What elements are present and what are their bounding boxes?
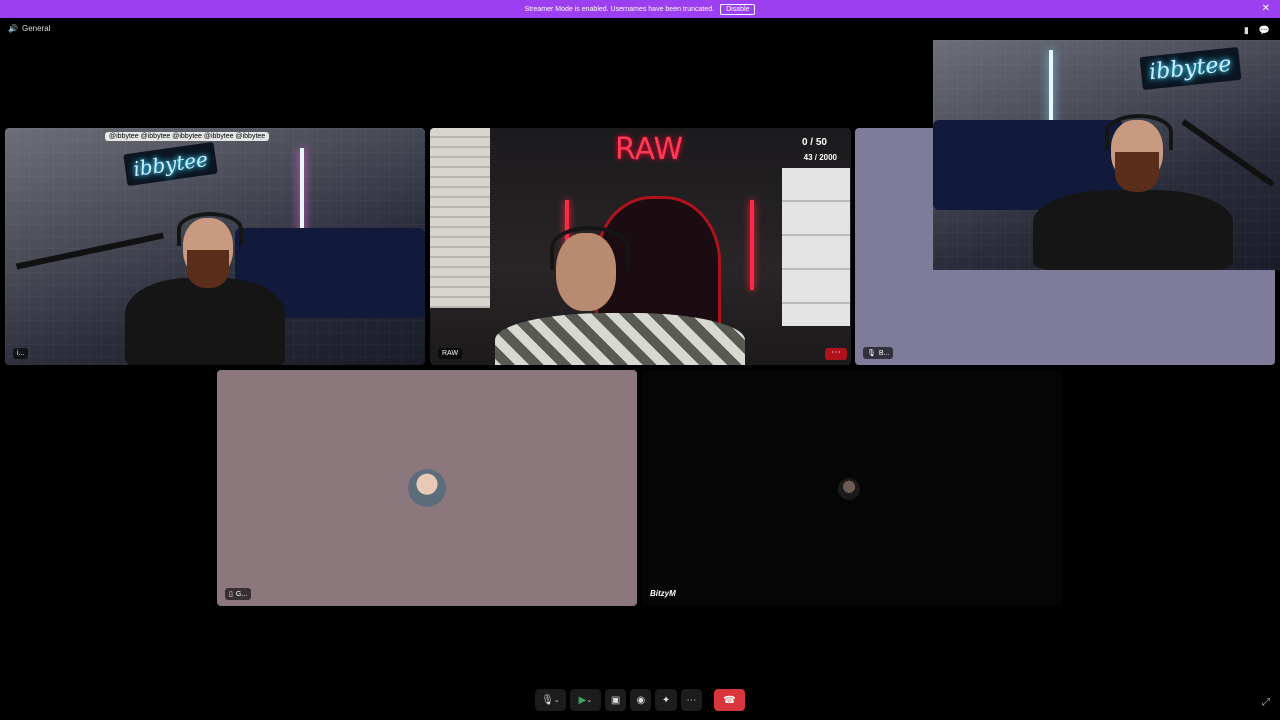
disable-streamer-mode-button[interactable]: Disable — [720, 3, 756, 15]
neon-sign: RAW — [615, 132, 684, 167]
person — [495, 313, 745, 365]
shelf — [782, 168, 850, 326]
neon-sign: ibbytee — [1139, 46, 1241, 91]
close-icon[interactable]: ✕ — [1262, 3, 1270, 15]
video-tile-2[interactable]: RAW 0 / 50 43 / 2000 RAW ⋯ — [430, 128, 851, 365]
microphone-icon: 🎙 — [541, 694, 554, 706]
streamer-mode-banner: Streamer Mode is enabled. Usernames have… — [0, 0, 1280, 18]
headphones — [177, 212, 243, 246]
tile-label: 🎙 B... — [863, 347, 894, 359]
counter-bottom: 43 / 2000 — [803, 153, 837, 162]
gamepad-icon: ◉ — [636, 694, 646, 706]
tile-label: RAW — [438, 348, 463, 359]
counter-top: 0 / 50 — [801, 137, 827, 148]
fullscreen-icon[interactable]: ⤢ — [1262, 697, 1270, 708]
banner-text: Streamer Mode is enabled. Usernames have… — [524, 5, 715, 13]
person-beard — [187, 250, 229, 288]
led-strip-right — [750, 200, 754, 290]
tile-label: i... — [13, 348, 29, 359]
call-control-bar: 🎙 ⌄ ▶ ⌄ ▣ ◉ ✦ ⋯ ☎ — [535, 688, 745, 712]
chat-icon[interactable]: 💬 — [1259, 25, 1270, 36]
neon-sign: ibbytee — [123, 141, 218, 187]
headphones — [1105, 114, 1173, 150]
video-tile-6[interactable]: BitzyM — [642, 370, 1062, 606]
screen-share-icon: ▣ — [610, 694, 621, 706]
led-strip — [300, 148, 304, 238]
user-avatar — [838, 478, 860, 500]
channel-header: 🔊 General — [8, 24, 50, 33]
person — [1033, 190, 1233, 270]
channel-name: General — [21, 24, 51, 33]
hang-up-button[interactable]: ☎ — [714, 689, 745, 711]
microphone-toggle[interactable]: 🎙 ⌄ — [535, 689, 566, 711]
screen-share-button[interactable]: ▣ — [604, 689, 627, 711]
video-tile-1[interactable]: @ibbytee @ibbytee @ibbytee @ibbytee @ibb… — [5, 128, 425, 365]
microphone-arm — [1181, 118, 1275, 188]
user-avatar — [408, 469, 446, 507]
person-beard — [1115, 152, 1159, 192]
speaker-icon: 🔊 — [8, 24, 18, 33]
person — [125, 278, 285, 365]
video-tile-5[interactable]: ▯ G... — [217, 370, 637, 606]
top-right-actions: ▮ 💬 — [1244, 25, 1270, 36]
microphone-arm — [16, 232, 164, 270]
window-blinds — [430, 128, 490, 308]
headphones — [550, 226, 630, 270]
camera-icon: ▶ — [578, 694, 587, 706]
floating-video-tile[interactable]: ibbytee — [933, 40, 1280, 270]
more-icon[interactable]: ⋯ — [825, 348, 847, 360]
muted-mic-icon: 🎙 — [867, 350, 876, 357]
tile-label: ▯ G... — [225, 588, 252, 600]
soundboard-button[interactable]: ✦ — [655, 689, 677, 711]
bookmark-icon[interactable]: ▮ — [1244, 25, 1249, 36]
more-options-button[interactable]: ⋯ — [680, 689, 703, 711]
mobile-icon: ▯ — [229, 591, 233, 598]
tile-label: BitzyM — [650, 589, 676, 598]
hang-up-icon: ☎ — [723, 694, 736, 706]
soundboard-icon: ✦ — [661, 694, 671, 706]
activity-button[interactable]: ◉ — [630, 689, 652, 711]
overlay-text: @ibbytee @ibbytee @ibbytee @ibbytee @ibb… — [105, 132, 270, 141]
more-icon: ⋯ — [686, 694, 697, 706]
camera-toggle[interactable]: ▶ ⌄ — [569, 689, 601, 711]
